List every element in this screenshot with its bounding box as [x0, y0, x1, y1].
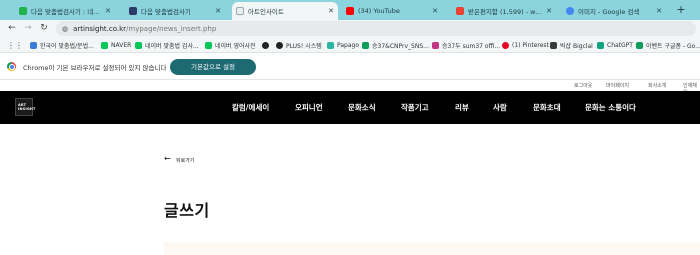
bigclal-icon [550, 41, 557, 49]
tab-artinsight[interactable]: 아트인사이트 ✕ [232, 2, 338, 20]
tab-title: 다음 맞춤법검사기 [141, 8, 191, 16]
site-header: ART INSIGHT 칼럼/에세이 오피니언 문화소식 작품기고 리뷰 사람 … [0, 91, 700, 124]
default-browser-infobar: Chrome이 기본 브라우저로 설정되어 있지 않습니다 기본값으로 설정 [0, 53, 700, 80]
bookmark-label: (1) Pinterest [512, 41, 549, 49]
bookmark-globe[interactable] [262, 40, 272, 50]
back-button[interactable]: ← [6, 22, 18, 34]
bookmark-pinterest[interactable]: (1) Pinterest [502, 40, 549, 50]
naver-icon [135, 41, 142, 49]
close-icon[interactable]: ✕ [656, 7, 662, 15]
instagram-icon [432, 41, 439, 49]
site-logo[interactable]: ART INSIGHT [15, 98, 35, 116]
tab-title: 아트인사이트 [248, 8, 284, 16]
infobar-message: Chrome이 기본 브라우저로 설정되어 있지 않습니다 [23, 64, 167, 72]
bookmark-label: 승37두 sum37 offi... [442, 42, 501, 50]
back-arrow-icon[interactable]: ← [164, 155, 171, 163]
forward-button[interactable]: → [22, 22, 34, 34]
address-bar[interactable]: ◍ artinsight.co.kr/mypage/news_insert.ph… [56, 21, 696, 36]
apps-grid-icon[interactable]: ⋮⋮ [7, 40, 23, 50]
set-default-button[interactable]: 기본값으로 설정 [170, 59, 256, 75]
close-icon[interactable]: ✕ [328, 7, 334, 15]
tab-title: 이미지 - Google 검색 [578, 8, 640, 16]
back-link[interactable]: 뒤로가기 [176, 157, 194, 164]
google-drive-icon [362, 41, 369, 49]
google-drive-icon [636, 41, 643, 49]
bookmark-plus-system[interactable]: PLUS! 시스템 [276, 40, 322, 50]
tab-spellcheck-naver[interactable]: 다음 맞춤법검사기 : 네이버 검 ✕ [15, 2, 115, 20]
tab-strip: 다음 맞춤법검사기 : 네이버 검 ✕ 다음 맞춤법검사기 ✕ 아트인사이트 ✕… [0, 0, 700, 20]
close-icon[interactable]: ✕ [546, 7, 552, 15]
gmail-icon [456, 7, 464, 15]
nav-people[interactable]: 사람 [493, 102, 507, 113]
write-form-panel [164, 242, 700, 255]
chatgpt-icon [597, 41, 604, 49]
nav-column-essay[interactable]: 칼럼/에세이 [232, 102, 269, 113]
tab-title: 받은편지함 (1,599) - wonsam [468, 8, 544, 16]
nav-contribution[interactable]: 작품기고 [401, 102, 429, 113]
bookmark-label: Papago [337, 41, 359, 49]
bookmark-bigclal[interactable]: 빅샵 Bigclal [550, 40, 593, 50]
nav-culture-news[interactable]: 문화소식 [348, 102, 376, 113]
bookmark-label: 네이버 영어사전 [215, 42, 256, 50]
browser-toolbar: ← → ↻ ◍ artinsight.co.kr/mypage/news_ins… [0, 20, 700, 37]
naver-icon [205, 41, 212, 49]
bookmark-label: 이벤트 구글폼 - Go... [646, 42, 700, 50]
bookmark-label: 승37&CNPrv_SNS... [372, 42, 429, 50]
bookmark-label: PLUS! 시스템 [286, 42, 322, 50]
google-icon [566, 7, 574, 15]
bookmark-naver-spellcheck[interactable]: 네이버 맞춤법 검사... [135, 40, 199, 50]
globe-icon [262, 41, 269, 49]
bookmark-label: 빅샵 Bigclal [560, 42, 593, 50]
nav-opinion[interactable]: 오피니언 [295, 102, 323, 113]
papago-icon [327, 41, 334, 49]
nav-review[interactable]: 리뷰 [455, 102, 469, 113]
close-icon[interactable]: ✕ [432, 7, 438, 15]
bookmark-naver-dictionary[interactable]: 네이버 영어사전 [205, 40, 256, 50]
globe-icon [276, 41, 283, 49]
daum-icon [129, 7, 137, 15]
page-title: 글쓰기 [164, 201, 210, 220]
tab-title: (34) YouTube [358, 7, 400, 15]
bookmark-instagram[interactable]: 승37두 sum37 offi... [432, 40, 500, 50]
bookmark-label: 한국어 맞춤법/문법... [40, 42, 94, 50]
nav-culture-communication[interactable]: 문화는 소통이다 [585, 102, 636, 113]
tab-gmail[interactable]: 받은편지함 (1,599) - wonsam ✕ [452, 2, 556, 20]
youtube-icon [346, 7, 354, 15]
new-tab-button[interactable]: + [674, 3, 688, 17]
site-utility-bar: 로그아웃 마이페이지 회사소개 인재채용 [0, 80, 700, 96]
mypage-link[interactable]: 마이페이지 [606, 82, 629, 89]
bookmark-naver[interactable]: NAVER [101, 40, 131, 50]
bookmark-drive-sns[interactable]: 승37&CNPrv_SNS... [362, 40, 429, 50]
bookmark-label: NAVER [111, 41, 132, 49]
close-icon[interactable]: ✕ [105, 7, 111, 15]
nav-culture-invite[interactable]: 문화초대 [533, 102, 561, 113]
logout-link[interactable]: 로그아웃 [574, 82, 592, 89]
tab-title: 다음 맞춤법검사기 : 네이버 검 [31, 8, 102, 16]
bookmark-label: 네이버 맞춤법 검사... [145, 42, 199, 50]
bookmark-papago[interactable]: Papago [327, 40, 359, 50]
artinsight-icon [236, 7, 244, 15]
bookmark-spellcheck[interactable]: 한국어 맞춤법/문법... [30, 40, 94, 50]
company-link[interactable]: 회사소개 [648, 82, 666, 89]
bookmarks-bar: ⋮⋮ 한국어 맞춤법/문법... NAVER 네이버 맞춤법 검사... 네이버… [0, 37, 700, 53]
tab-google-images[interactable]: 이미지 - Google 검색 ✕ [562, 2, 666, 20]
bookmark-chatgpt[interactable]: ChatGPT [597, 40, 633, 50]
bookmark-icon [30, 41, 37, 49]
tab-spellcheck-daum[interactable]: 다음 맞춤법검사기 ✕ [125, 2, 225, 20]
bookmark-label: ChatGPT [607, 41, 633, 49]
chrome-icon [7, 62, 16, 71]
site-info-icon[interactable]: ◍ [62, 25, 68, 33]
url-path: /mypage/news_insert.php [126, 24, 217, 33]
naver-icon [19, 7, 27, 15]
close-icon[interactable]: ✕ [215, 7, 221, 15]
bookmark-event-form[interactable]: 이벤트 구글폼 - Go... [636, 40, 700, 50]
pinterest-icon [502, 41, 509, 49]
url-host: artinsight.co.kr [73, 24, 127, 33]
naver-icon [101, 41, 108, 49]
reload-button[interactable]: ↻ [38, 22, 50, 34]
tab-youtube[interactable]: (34) YouTube ✕ [342, 2, 442, 20]
